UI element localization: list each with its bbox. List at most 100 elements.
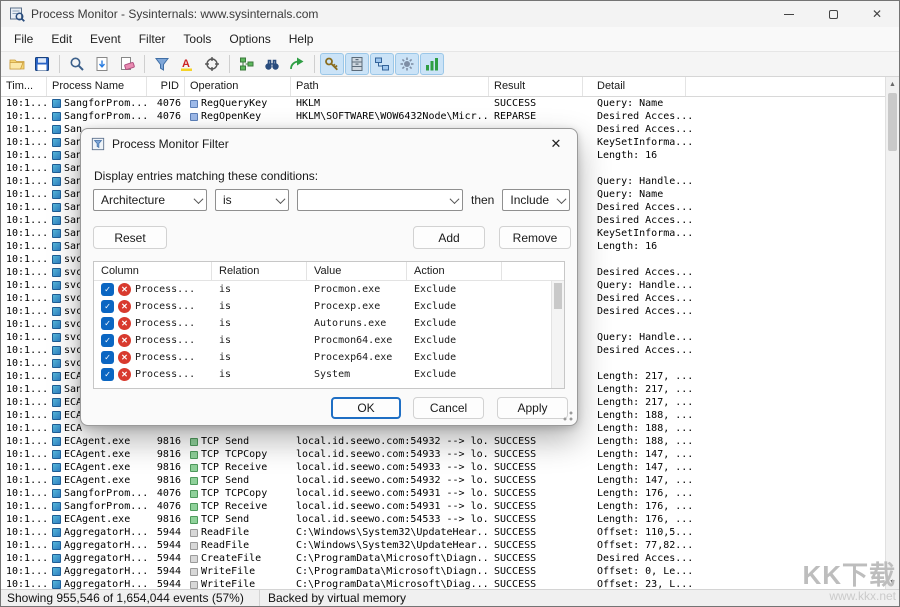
column-header-result[interactable]: Result (489, 77, 583, 96)
filter-row[interactable]: ✓✕Process...isProcmon.exeExclude (94, 281, 564, 298)
event-row[interactable]: 10:1...ECAgent.exe9816TCP Sendlocal.id.s… (1, 435, 899, 448)
show-profiling-button[interactable] (420, 53, 444, 75)
filter-value-select[interactable] (297, 189, 463, 211)
filter-checkbox[interactable]: ✓ (101, 368, 114, 381)
event-time: 10:1... (1, 435, 47, 448)
event-row[interactable]: 10:1...SangforProm...4076TCP Receiveloca… (1, 500, 899, 513)
filter-column-header-column[interactable]: Column (94, 262, 212, 280)
main-vertical-scrollbar[interactable] (885, 77, 899, 589)
menu-event[interactable]: Event (81, 29, 130, 49)
event-time: 10:1... (1, 305, 47, 318)
show-network-button[interactable] (370, 53, 394, 75)
event-detail: Length: 188, ... (583, 422, 899, 435)
menu-filter[interactable]: Filter (130, 29, 175, 49)
process-icon (52, 372, 61, 381)
filter-row[interactable]: ✓✕Process...isProcexp64.exeExclude (94, 349, 564, 366)
process-tree-button[interactable] (235, 53, 259, 75)
event-detail: Length: 16 (583, 240, 899, 253)
column-header-detail[interactable]: Detail (583, 77, 686, 96)
event-row[interactable]: 10:1...AggregatorH...5944ReadFileC:\Wind… (1, 526, 899, 539)
exclude-icon: ✕ (118, 317, 131, 330)
process-icon (52, 99, 61, 108)
add-button[interactable]: Add (413, 226, 485, 249)
include-window-target-button[interactable] (200, 53, 224, 75)
event-row[interactable]: 10:1...SangforProm...4076TCP TCPCopyloca… (1, 487, 899, 500)
scroll-down-icon[interactable] (886, 575, 899, 589)
show-filesystem-button[interactable] (345, 53, 369, 75)
clear-eraser-button[interactable] (115, 53, 139, 75)
close-button[interactable] (855, 1, 899, 27)
apply-button[interactable]: Apply (497, 397, 568, 419)
jump-to-button[interactable] (285, 53, 309, 75)
cancel-button[interactable]: Cancel (413, 397, 484, 419)
remove-button[interactable]: Remove (499, 226, 571, 249)
filter-checkbox[interactable]: ✓ (101, 283, 114, 296)
filter-row[interactable]: ✓✕Process...isAutoruns.exeExclude (94, 315, 564, 332)
event-row[interactable]: 10:1...SangforProm...4076RegOpenKeyHKLM\… (1, 110, 899, 123)
event-row[interactable]: 10:1...ECAgent.exe9816TCP Sendlocal.id.s… (1, 513, 899, 526)
show-process-button[interactable] (395, 53, 419, 75)
autoscroll-icon (94, 56, 110, 72)
chevron-down-icon (276, 194, 286, 204)
capture-magnifier-button[interactable] (65, 53, 89, 75)
column-header-pid[interactable]: PID (147, 77, 185, 96)
resize-grip[interactable] (562, 410, 574, 422)
autoscroll-button[interactable] (90, 53, 114, 75)
event-row[interactable]: 10:1...ECAgent.exe9816TCP Receivelocal.i… (1, 461, 899, 474)
event-row[interactable]: 10:1...ECAgent.exe9816TCP TCPCopylocal.i… (1, 448, 899, 461)
filter-list-scrollbar-thumb[interactable] (554, 283, 562, 309)
menu-file[interactable]: File (5, 29, 42, 49)
filter-row[interactable]: ✓✕Process...isSystemExclude (94, 366, 564, 383)
column-header-tim[interactable]: Tim... (1, 77, 47, 96)
filter-column-header-filler (502, 262, 564, 280)
column-header-path[interactable]: Path (291, 77, 489, 96)
filter-row[interactable]: ✓✕Process...isProcexp.exeExclude (94, 298, 564, 315)
filter-action-select[interactable]: Include (502, 189, 570, 211)
event-row[interactable]: 10:1...AggregatorH...5944ReadFileC:\Wind… (1, 539, 899, 552)
event-detail: Desired Acces... (583, 214, 899, 227)
event-row[interactable]: 10:1...SangforProm...4076RegQueryKeyHKLM… (1, 97, 899, 110)
ok-button[interactable]: OK (331, 397, 401, 419)
filter-row-relation: is (212, 298, 307, 315)
filter-funnel-button[interactable] (150, 53, 174, 75)
filter-column-header-value[interactable]: Value (307, 262, 407, 280)
show-registry-button[interactable] (320, 53, 344, 75)
event-row[interactable]: 10:1...AggregatorH...5944WriteFileC:\Pro… (1, 578, 899, 589)
highlight-button[interactable]: A (175, 53, 199, 75)
event-process: AggregatorH... (47, 565, 147, 578)
column-header-operation[interactable]: Operation (185, 77, 291, 96)
event-row[interactable]: 10:1...AggregatorH...5944WriteFileC:\Pro… (1, 565, 899, 578)
event-operation: TCP Send (185, 474, 291, 487)
event-row[interactable]: 10:1...AggregatorH...5944CreateFileC:\Pr… (1, 552, 899, 565)
scrollbar-thumb[interactable] (888, 93, 897, 151)
operation-net-icon (190, 503, 198, 511)
dialog-close-button[interactable] (535, 129, 577, 159)
process-icon (52, 476, 61, 485)
event-process: ECAgent.exe (47, 435, 147, 448)
find-binoculars-button[interactable] (260, 53, 284, 75)
filter-checkbox[interactable]: ✓ (101, 317, 114, 330)
menu-tools[interactable]: Tools (174, 29, 220, 49)
event-time: 10:1... (1, 513, 47, 526)
filter-row[interactable]: ✓✕Process...isProcmon64.exeExclude (94, 332, 564, 349)
maximize-button[interactable] (811, 1, 855, 27)
filter-checkbox[interactable]: ✓ (101, 334, 114, 347)
scroll-up-icon[interactable] (886, 77, 899, 91)
menu-edit[interactable]: Edit (42, 29, 81, 49)
filter-relation-select[interactable]: is (215, 189, 289, 211)
filter-column-header-relation[interactable]: Relation (212, 262, 307, 280)
reset-button[interactable]: Reset (93, 226, 167, 249)
open-folder-button[interactable] (5, 53, 29, 75)
filter-list-scrollbar[interactable] (551, 281, 564, 388)
save-button[interactable] (30, 53, 54, 75)
menu-options[interactable]: Options (220, 29, 279, 49)
column-header-processname[interactable]: Process Name (47, 77, 147, 96)
filter-column-header-action[interactable]: Action (407, 262, 502, 280)
event-detail: Query: Name (583, 97, 899, 110)
filter-checkbox[interactable]: ✓ (101, 300, 114, 313)
menu-help[interactable]: Help (280, 29, 323, 49)
filter-column-select[interactable]: Architecture (93, 189, 207, 211)
event-row[interactable]: 10:1...ECAgent.exe9816TCP Sendlocal.id.s… (1, 474, 899, 487)
minimize-button[interactable] (767, 1, 811, 27)
filter-checkbox[interactable]: ✓ (101, 351, 114, 364)
